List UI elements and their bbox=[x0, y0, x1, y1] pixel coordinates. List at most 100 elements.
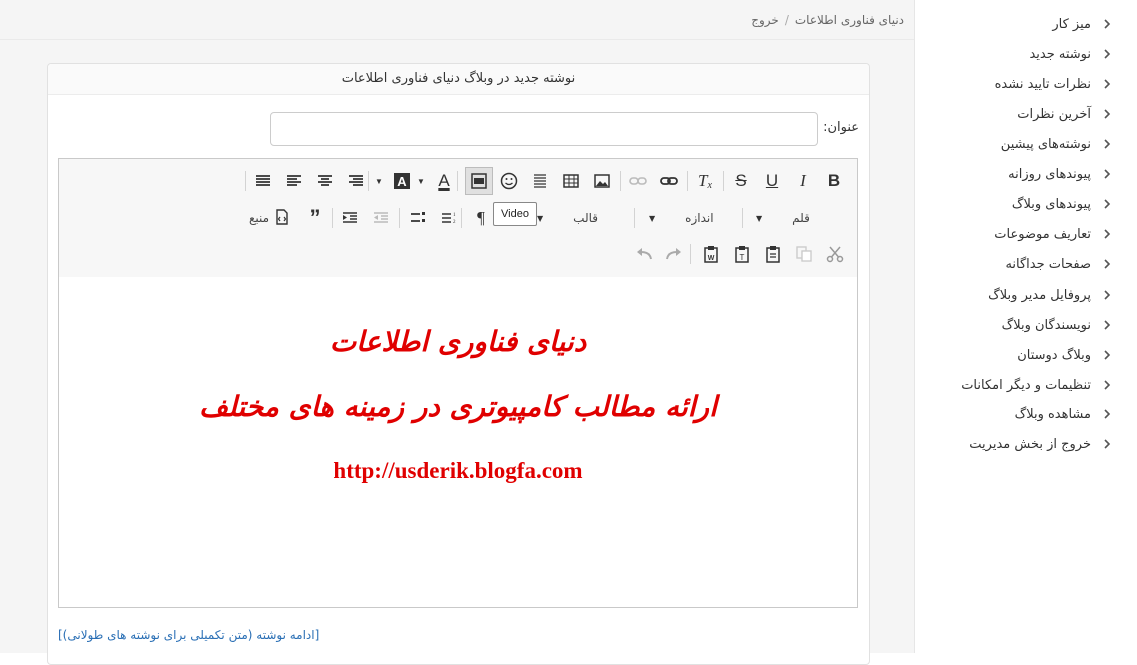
redo-icon[interactable] bbox=[662, 242, 686, 266]
new-post-panel: نوشته جدید در وبلاگ دنیای فناوری اطلاعات… bbox=[47, 63, 870, 665]
main-area: دنیای فناوری اطلاعات / خروج نوشته جدید د… bbox=[0, 0, 914, 665]
bulleted-list-icon[interactable] bbox=[406, 206, 430, 230]
source-label: منبع bbox=[249, 211, 270, 225]
toolbar-separator bbox=[687, 171, 688, 191]
sidebar-item-label: مشاهده وبلاگ bbox=[1014, 406, 1091, 422]
chevron-right-icon bbox=[1101, 258, 1113, 270]
breadcrumb: دنیای فناوری اطلاعات / خروج bbox=[0, 0, 914, 40]
more-text-link[interactable]: [ادامه نوشته (متن تکمیلی برای نوشته های … bbox=[58, 628, 319, 642]
copy-icon[interactable] bbox=[792, 242, 816, 266]
chevron-right-icon bbox=[1101, 228, 1113, 240]
chevron-right-icon bbox=[1101, 319, 1113, 331]
title-label: عنوان: bbox=[823, 120, 859, 135]
panel-heading: نوشته جدید در وبلاگ دنیای فناوری اطلاعات bbox=[48, 64, 869, 95]
source-icon bbox=[275, 208, 289, 228]
font-select-label: قلم bbox=[792, 211, 810, 225]
text-color-icon[interactable]: A bbox=[432, 169, 456, 193]
link-icon[interactable] bbox=[657, 169, 681, 193]
paste-text-icon[interactable]: T bbox=[730, 242, 754, 266]
remove-format-icon[interactable]: Tx bbox=[693, 169, 717, 193]
sidebar-item-daily-links[interactable]: پیوندهای روزانه bbox=[1008, 159, 1113, 189]
numbered-list-icon[interactable]: 12 bbox=[437, 206, 461, 230]
sidebar-item-label: میز کار bbox=[1052, 16, 1091, 32]
editor-content[interactable]: دنیای فناوری اطلاعات ارائه مطالب کامپیوت… bbox=[59, 277, 857, 607]
paste-icon[interactable] bbox=[761, 242, 785, 266]
source-button[interactable]: منبع bbox=[249, 206, 289, 230]
smiley-icon[interactable] bbox=[497, 169, 521, 193]
chevron-down-icon: ▼ bbox=[649, 213, 656, 223]
sidebar-item-logout[interactable]: خروج از بخش مدیریت bbox=[969, 429, 1113, 459]
toolbar-separator bbox=[634, 208, 635, 228]
format-select-label: قالب bbox=[573, 211, 598, 225]
background-color-icon[interactable]: A bbox=[390, 169, 414, 193]
size-select[interactable]: اندازه ▼ bbox=[649, 206, 714, 230]
undo-icon[interactable] bbox=[632, 242, 656, 266]
sidebar-item-authors[interactable]: نویسندگان وبلاگ bbox=[1002, 310, 1113, 340]
align-left-icon[interactable] bbox=[282, 169, 306, 193]
chevron-down-icon: ▼ bbox=[756, 213, 763, 223]
svg-text:2: 2 bbox=[453, 220, 456, 225]
sidebar-item-friends-blogs[interactable]: وبلاگ دوستان bbox=[1017, 340, 1113, 370]
breadcrumb-home[interactable]: دنیای فناوری اطلاعات bbox=[795, 13, 904, 27]
image-icon[interactable] bbox=[590, 169, 614, 193]
justify-icon[interactable] bbox=[251, 169, 275, 193]
sidebar-item-latest-comments[interactable]: آخرین نظرات bbox=[1017, 99, 1113, 129]
sidebar-item-new-post[interactable]: نوشته جدید bbox=[1029, 39, 1113, 69]
sidebar-item-label: پروفایل مدیر وبلاگ bbox=[988, 287, 1091, 303]
font-select[interactable]: قلم ▼ bbox=[756, 206, 810, 230]
format-select[interactable]: قالب ▼ bbox=[537, 206, 598, 230]
svg-text:1: 1 bbox=[453, 213, 456, 218]
italic-icon[interactable]: I bbox=[791, 169, 815, 193]
sidebar-item-label: نوشته جدید bbox=[1029, 46, 1091, 62]
sidebar-item-view-blog[interactable]: مشاهده وبلاگ bbox=[1015, 399, 1113, 429]
paste-word-icon[interactable]: W bbox=[699, 242, 723, 266]
toolbar-separator bbox=[461, 208, 462, 228]
toolbar-separator bbox=[245, 171, 246, 191]
sidebar-item-label: تنظیمات و دیگر امکانات bbox=[961, 377, 1091, 393]
unlink-icon[interactable] bbox=[626, 169, 650, 193]
title-input[interactable] bbox=[270, 112, 818, 146]
text-color-dropdown-icon[interactable]: ▼ bbox=[415, 169, 427, 193]
sidebar-item-label: پیوندهای روزانه bbox=[1008, 166, 1091, 182]
increase-indent-icon[interactable] bbox=[338, 206, 362, 230]
sidebar-item-previous-posts[interactable]: نوشته‌های پیشین bbox=[1001, 129, 1113, 159]
sidebar-item-categories[interactable]: تعاریف موضوعات bbox=[994, 219, 1113, 249]
chevron-right-icon bbox=[1101, 408, 1113, 420]
video-icon[interactable] bbox=[465, 167, 493, 195]
horizontal-rule-icon[interactable] bbox=[528, 169, 552, 193]
chevron-down-icon: ▼ bbox=[537, 213, 544, 223]
toolbar-separator bbox=[332, 208, 333, 228]
chevron-right-icon bbox=[1101, 138, 1113, 150]
bold-icon[interactable]: B bbox=[822, 169, 846, 193]
breadcrumb-separator: / bbox=[784, 13, 789, 27]
sidebar-item-pages[interactable]: صفحات جداگانه bbox=[1005, 249, 1113, 279]
table-icon[interactable] bbox=[559, 169, 583, 193]
chevron-right-icon bbox=[1101, 438, 1113, 450]
underline-icon[interactable]: U bbox=[760, 169, 784, 193]
svg-text:A: A bbox=[397, 174, 407, 189]
decrease-indent-icon[interactable] bbox=[369, 206, 393, 230]
blockquote-icon[interactable]: ” bbox=[303, 205, 327, 230]
chevron-right-icon bbox=[1101, 289, 1113, 301]
chevron-right-icon bbox=[1101, 18, 1113, 30]
svg-text:W: W bbox=[708, 255, 715, 262]
sidebar-item-settings[interactable]: تنظیمات و دیگر امکانات bbox=[961, 370, 1113, 400]
rich-text-editor: B I U S Tx A ▼ A ▼ Video قلم ▼ اندازه ▼ … bbox=[58, 158, 858, 608]
paragraph-direction-icon[interactable]: ¶ bbox=[469, 206, 493, 230]
breadcrumb-logout[interactable]: خروج bbox=[751, 13, 779, 27]
sidebar-item-dashboard[interactable]: میز کار bbox=[1052, 9, 1113, 39]
chevron-right-icon bbox=[1101, 78, 1113, 90]
sidebar-item-unapproved-comments[interactable]: نظرات تایید نشده bbox=[995, 69, 1113, 99]
chevron-right-icon bbox=[1101, 349, 1113, 361]
chevron-right-icon bbox=[1101, 198, 1113, 210]
align-center-icon[interactable] bbox=[313, 169, 337, 193]
cut-icon[interactable] bbox=[823, 242, 847, 266]
strikethrough-icon[interactable]: S bbox=[729, 169, 753, 193]
align-right-icon[interactable] bbox=[344, 169, 368, 193]
sidebar-item-admin-profile[interactable]: پروفایل مدیر وبلاگ bbox=[988, 280, 1113, 310]
sidebar-item-blog-links[interactable]: پیوندهای وبلاگ bbox=[1012, 189, 1113, 219]
svg-text:T: T bbox=[740, 253, 745, 262]
sidebar-item-label: وبلاگ دوستان bbox=[1017, 347, 1091, 363]
toolbar-separator bbox=[368, 171, 369, 191]
background-color-dropdown-icon[interactable]: ▼ bbox=[373, 169, 385, 193]
